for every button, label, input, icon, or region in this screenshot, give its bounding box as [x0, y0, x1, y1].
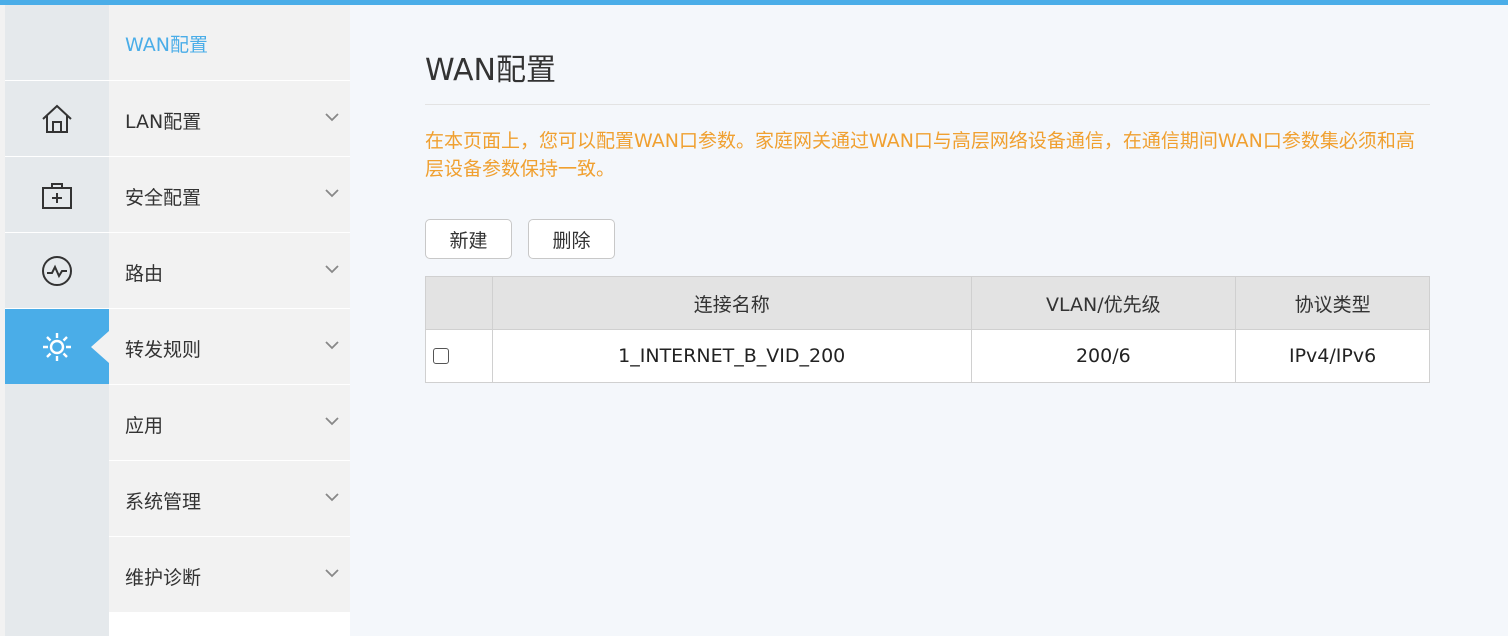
- menu-item-label: LAN配置: [125, 111, 202, 133]
- chevron-down-icon: [325, 265, 339, 274]
- chevron-down-icon: [325, 493, 339, 502]
- menu-item-routing[interactable]: 路由: [109, 233, 350, 309]
- menu-item-label: 系统管理: [125, 491, 202, 513]
- table-header-row: 连接名称 VLAN/优先级 协议类型: [425, 276, 1430, 330]
- row-checkbox[interactable]: [433, 348, 449, 364]
- menu-item-forwarding[interactable]: 转发规则: [109, 309, 350, 385]
- menu-item-lan[interactable]: LAN配置: [109, 81, 350, 157]
- vlan-priority-cell: 200/6: [970, 329, 1237, 383]
- monitor-pulse-icon: [42, 255, 72, 286]
- chevron-down-icon: [325, 113, 339, 122]
- active-nav-indicator: [91, 331, 109, 363]
- icon-sidebar: [5, 5, 109, 636]
- connection-name-cell: 1_INTERNET_B_VID_200: [491, 329, 972, 383]
- chevron-down-icon: [325, 417, 339, 426]
- column-header-name: 连接名称: [491, 276, 972, 330]
- icon-sidebar-top: [5, 5, 109, 81]
- home-icon: [42, 104, 72, 133]
- gear-icon: [43, 332, 71, 361]
- wan-connections-table: 连接名称 VLAN/优先级 协议类型 1_INTERNET_B_VID_200 …: [425, 276, 1430, 383]
- page-description: 在本页面上，您可以配置WAN口参数。家庭网关通过WAN口与高层网络设备通信，在通…: [425, 130, 1415, 180]
- menu-item-wan[interactable]: WAN配置: [109, 5, 350, 81]
- chevron-down-icon: [325, 341, 339, 350]
- secondary-menu: WAN配置 LAN配置 安全配置 路由 转发规则 应用 系统管理 维护诊断: [109, 5, 350, 636]
- table-row[interactable]: 1_INTERNET_B_VID_200 200/6 IPv4/IPv6: [425, 329, 1430, 383]
- menu-item-label: 维护诊断: [125, 567, 202, 589]
- page-title: WAN配置: [425, 53, 556, 88]
- new-button[interactable]: 新建: [425, 219, 512, 259]
- column-header-vlan: VLAN/优先级: [970, 276, 1237, 330]
- menu-item-label: 路由: [125, 263, 164, 285]
- menu-item-label: 安全配置: [125, 187, 202, 209]
- menu-item-application[interactable]: 应用: [109, 385, 350, 461]
- menu-footer: [109, 613, 350, 636]
- row-select-cell: [425, 329, 493, 383]
- nav-monitor[interactable]: [5, 233, 109, 309]
- menu-item-label: 转发规则: [125, 339, 202, 361]
- protocol-type-cell: IPv4/IPv6: [1235, 329, 1430, 383]
- menu-title-label: WAN配置: [125, 34, 208, 56]
- main-content: WAN配置 在本页面上，您可以配置WAN口参数。家庭网关通过WAN口与高层网络设…: [350, 5, 1508, 636]
- chevron-down-icon: [325, 569, 339, 578]
- menu-item-diagnostics[interactable]: 维护诊断: [109, 537, 350, 613]
- column-header-select: [425, 276, 493, 330]
- menu-item-system[interactable]: 系统管理: [109, 461, 350, 537]
- nav-home[interactable]: [5, 81, 109, 157]
- title-divider: [425, 104, 1430, 105]
- menu-item-security[interactable]: 安全配置: [109, 157, 350, 233]
- menu-item-label: 应用: [125, 415, 164, 437]
- toolbox-icon: [42, 182, 72, 209]
- nav-toolbox[interactable]: [5, 157, 109, 233]
- chevron-down-icon: [325, 189, 339, 198]
- column-header-protocol: 协议类型: [1235, 276, 1430, 330]
- delete-button[interactable]: 删除: [528, 219, 615, 259]
